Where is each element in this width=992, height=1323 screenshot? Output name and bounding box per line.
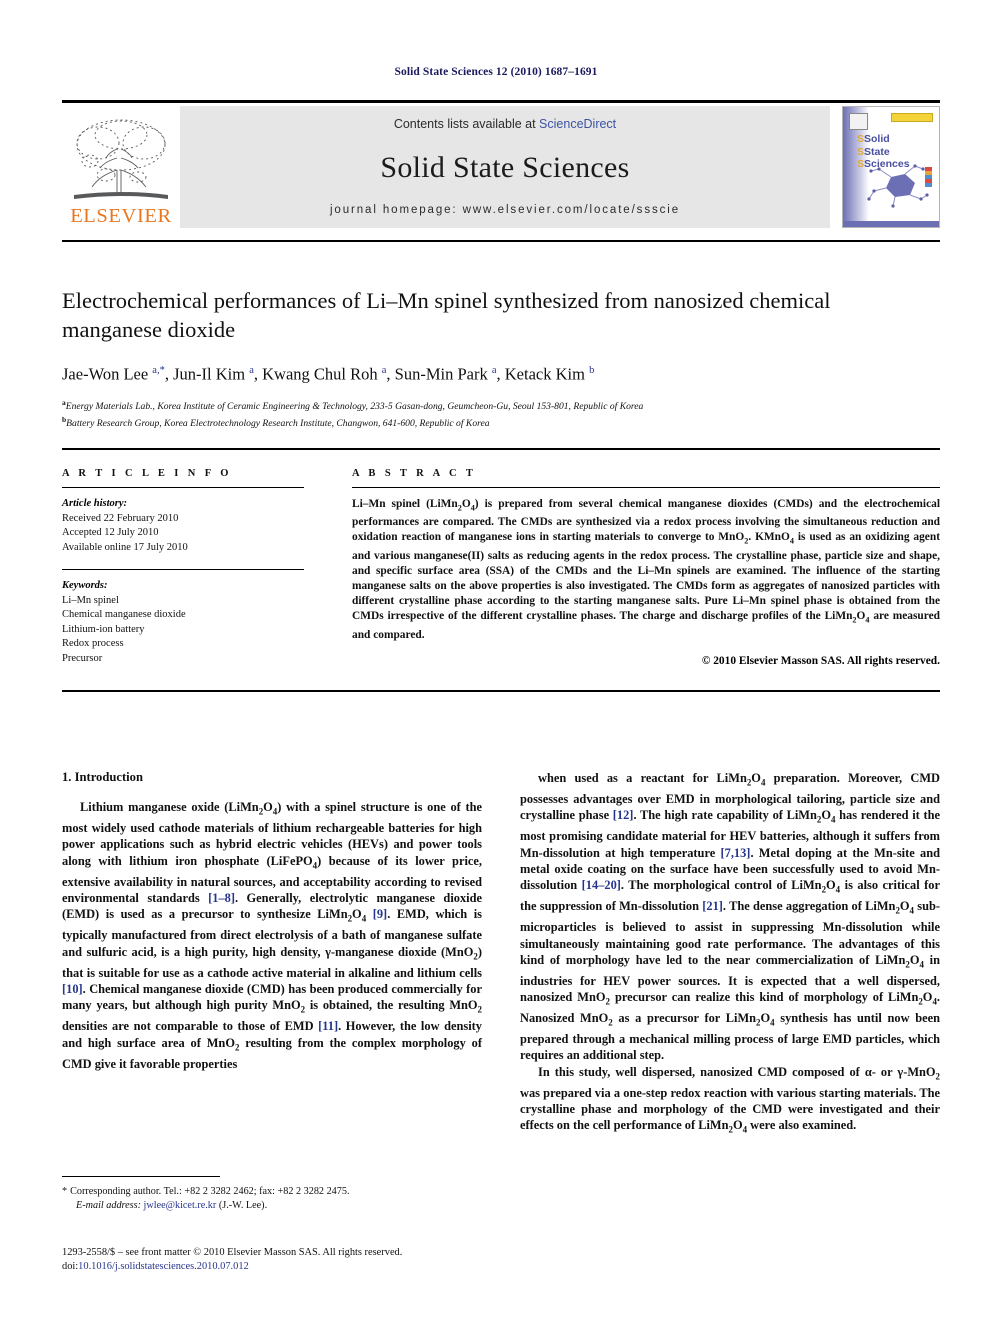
article-info-heading: A R T I C L E I N F O — [62, 468, 232, 479]
body-right-column: when used as a reactant for LiMn2O4 prep… — [520, 770, 940, 1138]
affiliation-list: aEnergy Materials Lab., Korea Institute … — [62, 396, 940, 431]
corresponding-author-line: * Corresponding author. Tel.: +82 2 3282 … — [62, 1185, 482, 1199]
keyword-item: Precursor — [62, 652, 103, 664]
cover-top-banner — [891, 113, 933, 122]
keywords-block: Keywords: Li–Mn spinel Chemical manganes… — [62, 569, 304, 666]
journal-masthead: ELSEVIER Contents lists available at Sci… — [62, 100, 940, 228]
body-left-column: 1. Introduction Lithium manganese oxide … — [62, 770, 482, 1138]
cover-bottom-band — [843, 221, 939, 227]
masthead-center-panel: Contents lists available at ScienceDirec… — [180, 106, 830, 228]
article-info-rule — [62, 487, 304, 488]
keywords-rule — [62, 569, 304, 570]
masthead-top-rule — [62, 100, 940, 103]
cover-title-line-1: Solid — [864, 133, 890, 145]
section-heading-introduction: 1. Introduction — [62, 770, 143, 784]
abstract-top-rule — [62, 448, 940, 450]
affiliation-text-a: Energy Materials Lab., Korea Institute o… — [65, 400, 644, 412]
intro-paragraph-right-1: when used as a reactant for LiMn2O4 prep… — [520, 771, 941, 1063]
keywords-list: Li–Mn spinel Chemical manganese dioxide … — [62, 594, 304, 667]
issn-front-matter: 1293-2558/$ – see front matter © 2010 El… — [62, 1247, 403, 1258]
masthead-bottom-rule — [62, 240, 940, 242]
abstract-heading: A B S T R A C T — [352, 468, 477, 479]
abstract-rule — [352, 487, 940, 488]
corresponding-author-text: Corresponding author. Tel.: +82 2 3282 2… — [70, 1186, 350, 1197]
imprint-block: 1293-2558/$ – see front matter © 2010 El… — [62, 1246, 522, 1274]
history-item: Accepted 12 July 2010 — [62, 527, 159, 538]
history-item: Received 22 February 2010 — [62, 512, 179, 524]
contents-lists-line: Contents lists available at ScienceDirec… — [394, 117, 616, 131]
keyword-item: Lithium-ion battery — [62, 623, 145, 635]
footnote-rule — [62, 1176, 220, 1177]
keyword-item: Li–Mn spinel — [62, 594, 119, 606]
running-head: Solid State Sciences 12 (2010) 1687–1691 — [394, 66, 598, 78]
cover-title-line-2: State — [864, 145, 890, 158]
doi-label: doi: — [62, 1261, 79, 1272]
keywords-label: Keywords: — [62, 580, 108, 591]
email-owner: (J.-W. Lee). — [218, 1199, 268, 1211]
journal-homepage-line[interactable]: journal homepage: www.elsevier.com/locat… — [330, 204, 680, 216]
page-title: Electrochemical performances of Li–Mn sp… — [62, 288, 831, 342]
elsevier-logo: ELSEVIER — [62, 106, 180, 228]
affiliation-a: aEnergy Materials Lab., Korea Institute … — [62, 396, 940, 414]
email-link[interactable]: jwlee@kicet.re.kr — [144, 1200, 217, 1211]
journal-cover-thumbnail: SSolid SState SSciences — [842, 106, 940, 228]
keyword-item: Chemical manganese dioxide — [62, 609, 186, 620]
doi-link[interactable]: 10.1016/j.solidstatesciences.2010.07.012 — [78, 1261, 249, 1272]
author-list: Jae-Won Lee a,*, Jun-Il Kim a, Kwang Chu… — [62, 364, 595, 384]
abstract-bottom-rule — [62, 690, 940, 692]
cover-mini-logo-icon — [849, 113, 868, 130]
elsevier-tree-icon — [74, 119, 168, 199]
article-history-list: Received 22 February 2010 Accepted 12 Ju… — [62, 512, 304, 556]
elsevier-wordmark: ELSEVIER — [70, 204, 172, 227]
abstract-body: Li–Mn spinel (LiMn2O4) is prepared from … — [352, 498, 940, 641]
email-label: E-mail address: — [76, 1199, 141, 1211]
journal-title: Solid State Sciences — [380, 150, 630, 184]
info-abstract-region: A R T I C L E I N F O Article history: R… — [62, 468, 940, 667]
contents-prefix: Contents lists available at — [393, 117, 540, 131]
abstract-column: A B S T R A C T Li–Mn spinel (LiMn2O4) i… — [324, 468, 940, 667]
body-columns: 1. Introduction Lithium manganese oxide … — [62, 770, 940, 1138]
abstract-copyright: © 2010 Elsevier Masson SAS. All rights r… — [701, 654, 940, 667]
email-line: E-mail address: jwlee@kicet.re.kr (J.-W.… — [62, 1199, 482, 1213]
doi-line: doi:10.1016/j.solidstatesciences.2010.07… — [62, 1260, 522, 1274]
keyword-item: Redox process — [62, 638, 124, 649]
history-item: Available online 17 July 2010 — [62, 541, 188, 553]
affiliation-b: bBattery Research Group, Korea Electrote… — [62, 413, 940, 431]
paper-page: Solid State Sciences 12 (2010) 1687–1691 — [0, 0, 992, 1323]
affiliation-text-b: Battery Research Group, Korea Electrotec… — [66, 418, 490, 430]
article-info-column: A R T I C L E I N F O Article history: R… — [62, 468, 324, 667]
title-block: Electrochemical performances of Li–Mn sp… — [62, 286, 940, 431]
intro-paragraph-left: Lithium manganese oxide (LiMn2O4) with a… — [62, 800, 482, 1071]
sciencedirect-link[interactable]: ScienceDirect — [539, 117, 616, 131]
cover-molecule-graphic-icon — [867, 164, 932, 208]
article-history-label: Article history: — [62, 498, 128, 509]
footnote-block: * Corresponding author. Tel.: +82 2 3282 … — [62, 1185, 482, 1212]
intro-paragraph-right-2: In this study, well dispersed, nanosized… — [520, 1064, 940, 1135]
footnote-star-marker: * — [62, 1186, 68, 1197]
